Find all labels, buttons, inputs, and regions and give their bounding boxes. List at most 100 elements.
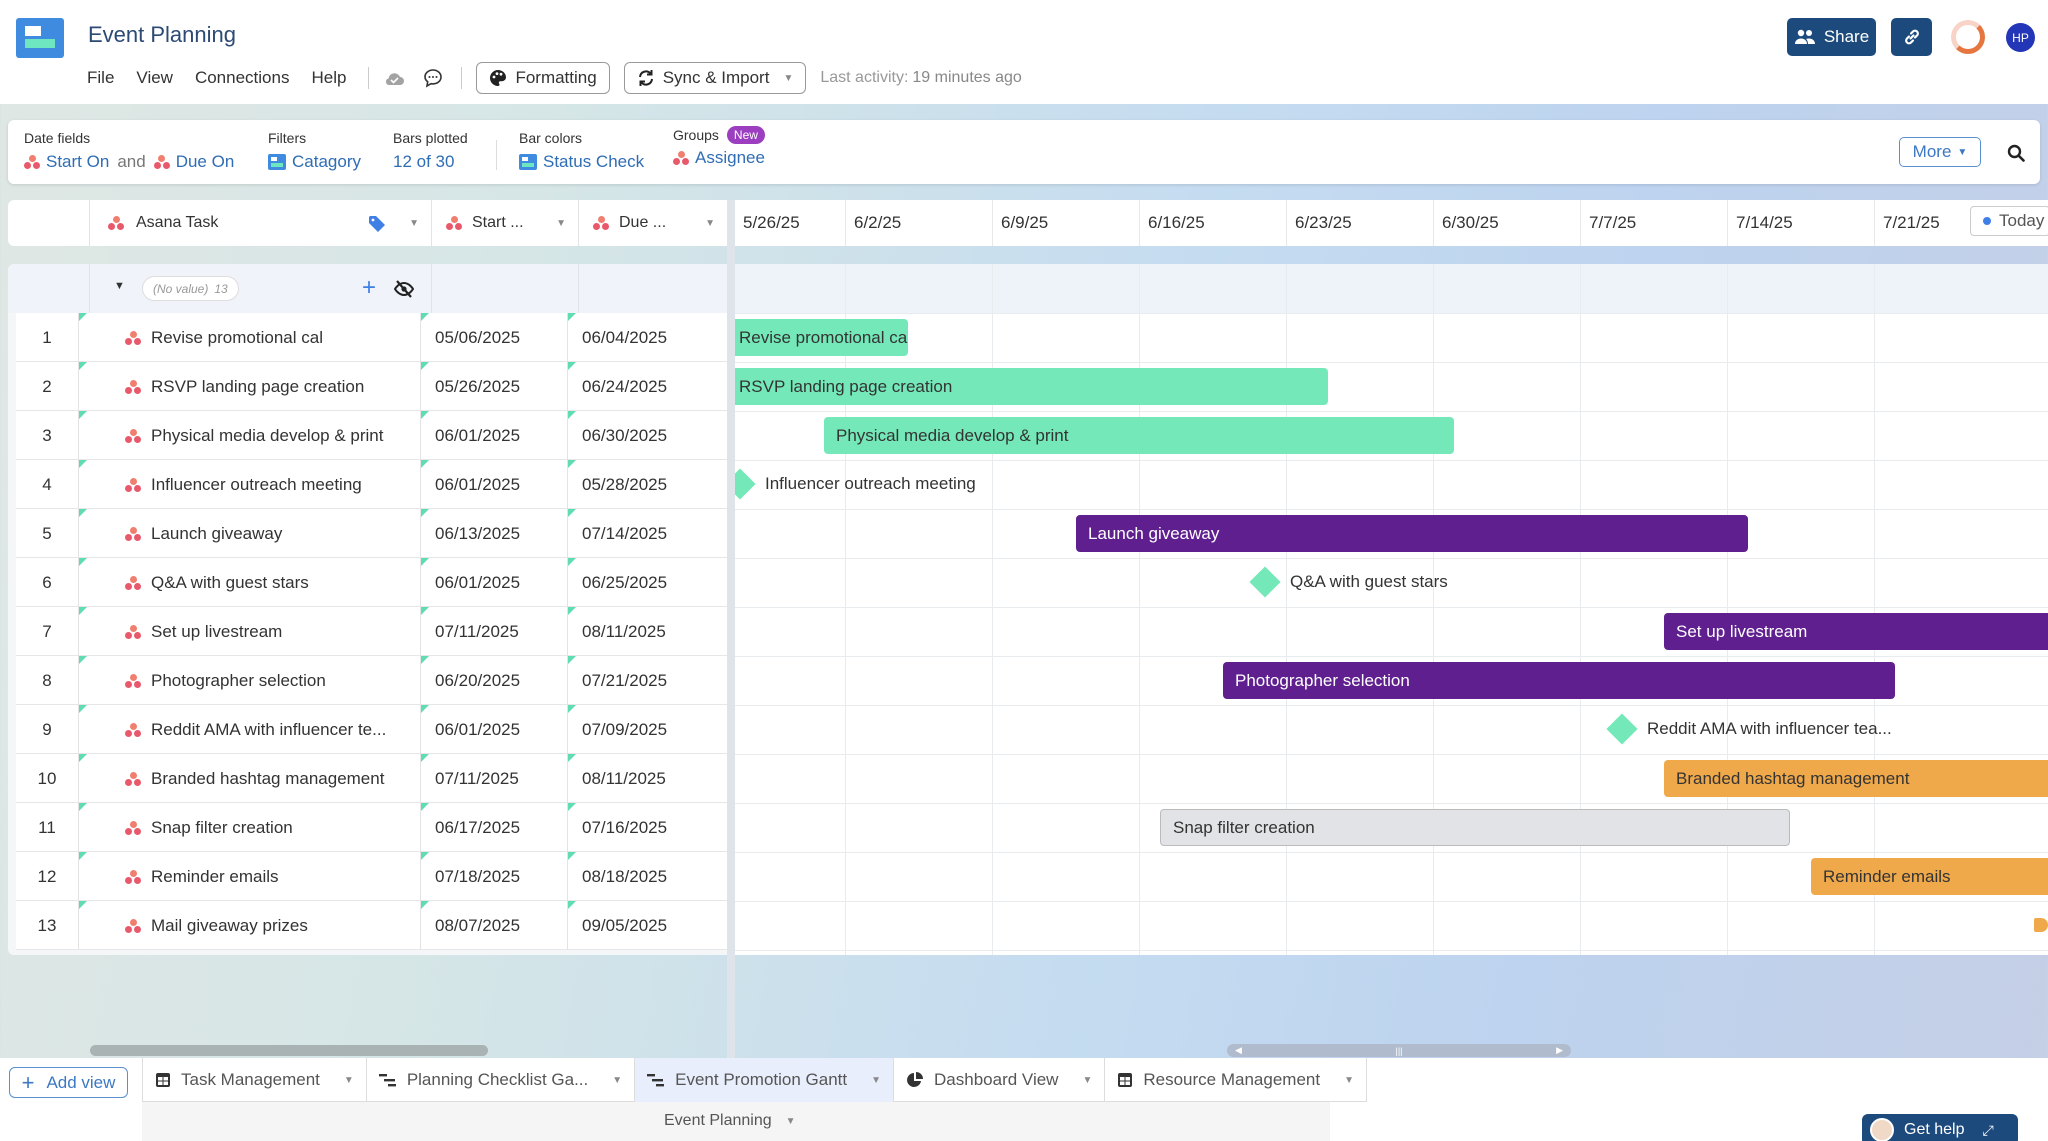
column-header-due[interactable]: Due ... ▼ <box>578 200 727 246</box>
gantt-bar[interactable]: Branded hashtag management <box>1664 760 2048 797</box>
view-tab[interactable]: Planning Checklist Ga... ▼ <box>365 1058 634 1102</box>
table-row[interactable]: 6 Q&A with guest stars 06/01/2025 06/25/202… <box>16 558 727 607</box>
gantt-bar[interactable]: Snap filter creation <box>1160 809 1790 846</box>
bar-colors-setting[interactable]: Bar colors Status Check <box>519 130 644 172</box>
due-date-cell[interactable]: 07/14/2025 <box>567 509 714 558</box>
gantt-bar[interactable]: Reminder emails <box>1811 858 2048 895</box>
filters-value[interactable]: Catagory <box>292 152 361 172</box>
chevron-down-icon[interactable]: ▼ <box>612 1075 622 1086</box>
scroll-left-icon[interactable]: ◀ <box>1235 1045 1242 1056</box>
document-title[interactable]: Event Planning <box>88 22 236 48</box>
user-avatar[interactable]: HP <box>2006 23 2035 52</box>
gantt-bar[interactable]: Physical media develop & print <box>824 417 1454 454</box>
start-date-cell[interactable]: 07/18/2025 <box>420 852 567 901</box>
due-date-cell[interactable]: 06/25/2025 <box>567 558 714 607</box>
grid-horizontal-scrollbar[interactable] <box>90 1045 488 1056</box>
chevron-down-icon[interactable]: ▼ <box>344 1075 354 1086</box>
start-date-cell[interactable]: 07/11/2025 <box>420 754 567 803</box>
workbook-selector[interactable]: Event Planning ▼ <box>664 1112 796 1130</box>
chevron-down-icon[interactable]: ▼ <box>556 218 566 229</box>
start-date-cell[interactable]: 07/11/2025 <box>420 607 567 656</box>
scroll-right-icon[interactable]: ▶ <box>1556 1045 1563 1056</box>
task-cell[interactable]: RSVP landing page creation <box>78 362 420 411</box>
more-button[interactable]: More ▼ <box>1899 137 1981 167</box>
table-row[interactable]: 2 RSVP landing page creation 05/26/2025 06/… <box>16 362 727 411</box>
filters-setting[interactable]: Filters Catagory <box>268 130 361 172</box>
due-date-cell[interactable]: 09/05/2025 <box>567 901 714 950</box>
column-header-start[interactable]: Start ... ▼ <box>431 200 578 246</box>
table-row[interactable]: 1 Revise promotional cal 05/06/2025 06/04/2… <box>16 313 727 362</box>
start-field-value[interactable]: Start On <box>46 152 109 172</box>
due-date-cell[interactable]: 08/18/2025 <box>567 852 714 901</box>
milestone-diamond[interactable] <box>1606 713 1638 745</box>
get-help-button[interactable]: Get help ⤢ <box>1862 1114 2018 1141</box>
due-date-cell[interactable]: 06/30/2025 <box>567 411 714 460</box>
task-cell[interactable]: Revise promotional cal <box>78 313 420 362</box>
start-date-cell[interactable]: 08/07/2025 <box>420 901 567 950</box>
due-date-cell[interactable]: 07/21/2025 <box>567 656 714 705</box>
task-cell[interactable]: Launch giveaway <box>78 509 420 558</box>
column-header-task[interactable]: Asana Task ▼ <box>89 200 431 246</box>
start-date-cell[interactable]: 05/06/2025 <box>420 313 567 362</box>
menu-connections[interactable]: Connections <box>195 68 290 88</box>
menu-file[interactable]: File <box>87 68 114 88</box>
gantt-bar[interactable]: Launch giveaway <box>1076 515 1748 552</box>
task-cell[interactable]: Influencer outreach meeting <box>78 460 420 509</box>
due-date-cell[interactable]: 07/09/2025 <box>567 705 714 754</box>
pane-divider[interactable] <box>727 200 735 1060</box>
view-tab[interactable]: Dashboard View ▼ <box>893 1058 1104 1102</box>
groups-value[interactable]: Assignee <box>695 148 765 168</box>
groups-setting[interactable]: Groups New Assignee <box>673 126 765 168</box>
copy-link-button[interactable] <box>1891 18 1932 56</box>
collapse-group-icon[interactable]: ▼ <box>114 280 125 292</box>
today-button[interactable]: Today <box>1970 206 2048 236</box>
start-date-cell[interactable]: 06/01/2025 <box>420 558 567 607</box>
start-date-cell[interactable]: 06/01/2025 <box>420 460 567 509</box>
scroll-grip-icon[interactable]: ||| <box>1395 1046 1402 1056</box>
offscreen-bar-indicator-icon[interactable] <box>2034 918 2048 932</box>
chevron-down-icon[interactable]: ▼ <box>871 1075 881 1086</box>
view-tab[interactable]: Task Management ▼ <box>142 1058 366 1102</box>
task-cell[interactable]: Reddit AMA with influencer te... <box>78 705 420 754</box>
cloud-saved-icon[interactable] <box>383 70 405 86</box>
milestone-diamond[interactable] <box>1249 566 1281 598</box>
table-row[interactable]: 7 Set up livestream 07/11/2025 08/11/2025 <box>16 607 727 656</box>
chevron-down-icon[interactable]: ▼ <box>1082 1075 1092 1086</box>
due-date-cell[interactable]: 08/11/2025 <box>567 607 714 656</box>
due-date-cell[interactable]: 06/24/2025 <box>567 362 714 411</box>
menu-help[interactable]: Help <box>311 68 346 88</box>
due-field-value[interactable]: Due On <box>176 152 235 172</box>
formatting-button[interactable]: Formatting <box>476 62 610 94</box>
task-cell[interactable]: Set up livestream <box>78 607 420 656</box>
bars-plotted-value[interactable]: 12 of 30 <box>393 152 454 172</box>
table-row[interactable]: 9 Reddit AMA with influencer te... 06/01/2… <box>16 705 727 754</box>
start-date-cell[interactable]: 06/17/2025 <box>420 803 567 852</box>
table-row[interactable]: 8 Photographer selection 06/20/2025 07/21/2… <box>16 656 727 705</box>
view-tab[interactable]: Resource Management ▼ <box>1104 1058 1367 1102</box>
gantt-bar[interactable]: Photographer selection <box>1223 662 1895 699</box>
view-tab[interactable]: Event Promotion Gantt ▼ <box>634 1058 894 1102</box>
due-date-cell[interactable]: 06/04/2025 <box>567 313 714 362</box>
add-row-icon[interactable]: + <box>362 274 376 302</box>
add-view-button[interactable]: + Add view <box>9 1067 128 1098</box>
start-date-cell[interactable]: 06/01/2025 <box>420 411 567 460</box>
table-row[interactable]: 12 Reminder emails 07/18/2025 08/18/2025 <box>16 852 727 901</box>
chevron-down-icon[interactable]: ▼ <box>705 218 715 229</box>
table-row[interactable]: 10 Branded hashtag management 07/11/2025 08… <box>16 754 727 803</box>
table-row[interactable]: 5 Launch giveaway 06/13/2025 07/14/2025 <box>16 509 727 558</box>
start-date-cell[interactable]: 06/13/2025 <box>420 509 567 558</box>
gantt-bar[interactable]: Revise promotional cal <box>735 319 908 356</box>
chevron-down-icon[interactable]: ▼ <box>409 218 419 229</box>
app-logo-icon[interactable] <box>16 18 64 58</box>
due-date-cell[interactable]: 08/11/2025 <box>567 754 714 803</box>
date-fields-setting[interactable]: Date fields Start On and Due On <box>24 130 234 172</box>
chevron-down-icon[interactable]: ▼ <box>1344 1075 1354 1086</box>
task-cell[interactable]: Q&A with guest stars <box>78 558 420 607</box>
bars-plotted-setting[interactable]: Bars plotted 12 of 30 <box>393 130 468 172</box>
start-date-cell[interactable]: 05/26/2025 <box>420 362 567 411</box>
task-cell[interactable]: Photographer selection <box>78 656 420 705</box>
search-button[interactable] <box>2002 139 2030 167</box>
due-date-cell[interactable]: 05/28/2025 <box>567 460 714 509</box>
comments-icon[interactable] <box>423 68 443 88</box>
due-date-cell[interactable]: 07/16/2025 <box>567 803 714 852</box>
